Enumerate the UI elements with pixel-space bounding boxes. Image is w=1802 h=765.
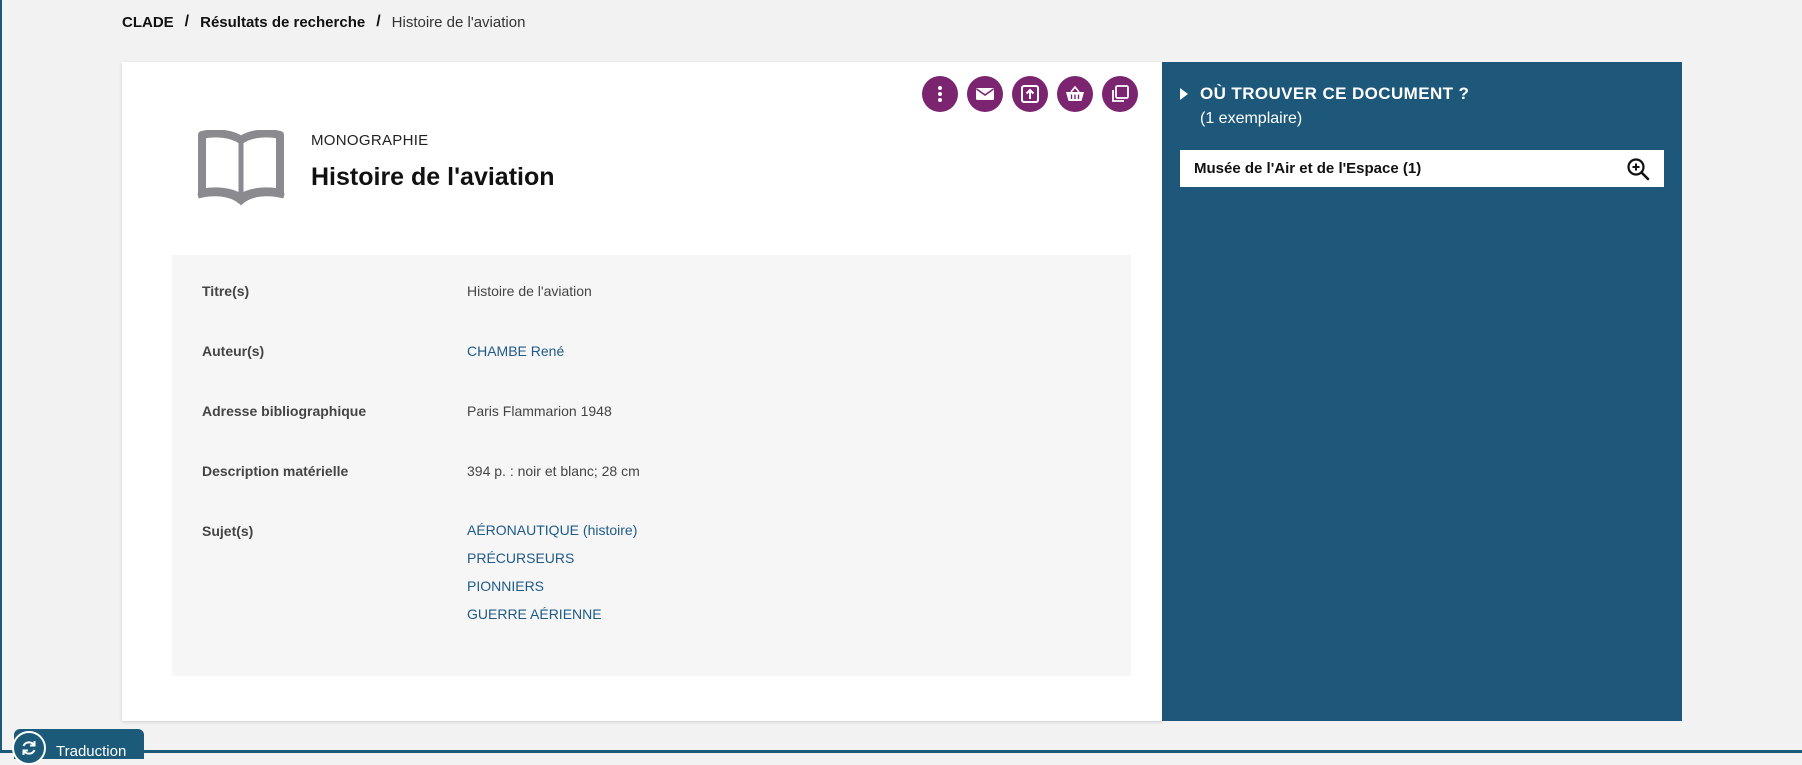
copy-button[interactable]	[1102, 76, 1138, 112]
document-title: Histoire de l'aviation	[311, 163, 555, 191]
export-icon	[1021, 85, 1039, 103]
author-link[interactable]: CHAMBE René	[467, 343, 1067, 359]
basket-button[interactable]	[1057, 76, 1093, 112]
translate-widget[interactable]: Traduction	[12, 729, 144, 765]
breadcrumb: CLADE / Résultats de recherche / Histoir…	[122, 13, 525, 31]
copy-icon	[1112, 85, 1129, 102]
zoom-in-icon[interactable]	[1626, 157, 1650, 181]
detail-value: Histoire de l'aviation	[467, 283, 592, 299]
breadcrumb-separator: /	[376, 13, 381, 30]
breadcrumb-search-results[interactable]: Résultats de recherche	[200, 14, 365, 31]
details-table: Titre(s) Histoire de l'aviation Auteur(s…	[172, 255, 1131, 676]
email-button[interactable]	[967, 76, 1003, 112]
library-name: Musée de l'Air et de l'Espace (1)	[1194, 160, 1422, 177]
subject-link[interactable]: PIONNIERS	[467, 572, 1067, 600]
action-toolbar	[922, 76, 1138, 112]
breadcrumb-home[interactable]: CLADE	[122, 14, 174, 31]
breadcrumb-separator: /	[184, 13, 190, 30]
detail-label: Titre(s)	[202, 283, 250, 299]
library-item[interactable]: Musée de l'Air et de l'Espace (1)	[1180, 150, 1664, 187]
copies-count: (1 exemplaire)	[1200, 110, 1303, 127]
envelope-icon	[976, 88, 994, 100]
caret-right-icon	[1180, 88, 1188, 100]
subject-link[interactable]: AÉRONAUTIQUE (histoire)	[467, 516, 1067, 544]
availability-toggle[interactable]: OÙ TROUVER CE DOCUMENT ?	[1180, 84, 1469, 104]
book-icon	[197, 130, 285, 206]
translate-label: Traduction	[56, 742, 127, 760]
subject-link[interactable]: PRÉCURSEURS	[467, 544, 1067, 572]
document-card: MONOGRAPHIE Histoire de l'aviation Titre…	[122, 62, 1162, 721]
detail-value: CHAMBE René	[467, 343, 1067, 359]
detail-value: AÉRONAUTIQUE (histoire) PRÉCURSEURS PION…	[467, 522, 1067, 635]
detail-value: 394 p. : noir et blanc; 28 cm	[467, 463, 640, 479]
breadcrumb-current: Histoire de l'aviation	[391, 13, 526, 31]
more-options-button[interactable]	[922, 76, 958, 112]
export-button[interactable]	[1012, 76, 1048, 112]
detail-value: Paris Flammarion 1948	[467, 403, 612, 419]
detail-label: Description matérielle	[202, 463, 349, 479]
subject-link[interactable]: GUERRE AÉRIENNE	[467, 600, 1067, 628]
availability-panel: OÙ TROUVER CE DOCUMENT ? (1 exemplaire) …	[1162, 62, 1682, 721]
detail-label: Auteur(s)	[202, 343, 265, 359]
detail-label: Sujet(s)	[202, 523, 254, 539]
availability-title: OÙ TROUVER CE DOCUMENT ?	[1200, 84, 1470, 103]
more-vertical-icon	[938, 86, 942, 102]
detail-label: Adresse bibliographique	[202, 403, 367, 419]
basket-icon	[1066, 85, 1084, 101]
refresh-icon	[12, 731, 46, 765]
left-edge-bar	[0, 0, 2, 753]
document-type: MONOGRAPHIE	[311, 132, 429, 149]
